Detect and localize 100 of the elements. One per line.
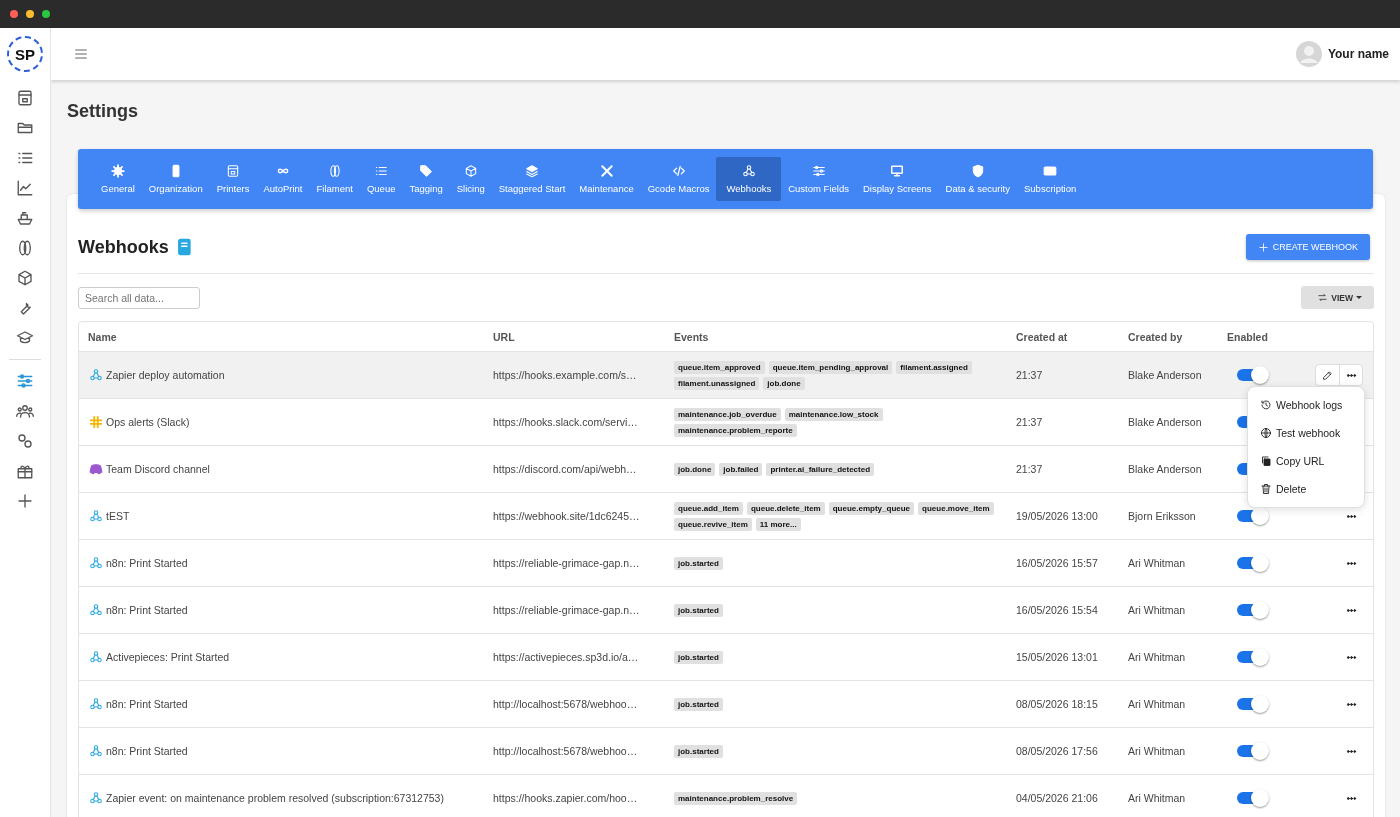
settings-tab[interactable]: Data & security (938, 157, 1017, 201)
event-tag: queue.item_pending_approval (768, 360, 893, 374)
table-cell-text: https://reliable-grimace-gap.n… (492, 604, 641, 616)
chart-icon (16, 179, 34, 197)
webhook-icon (741, 164, 756, 178)
spool-icon (327, 164, 342, 178)
menu-item[interactable]: Test webhook (1248, 419, 1364, 447)
table-cell-text: 21:37 (1015, 416, 1044, 428)
settings-tab[interactable]: General (94, 157, 142, 201)
settings-tab[interactable]: Slicing (449, 157, 492, 201)
table-row[interactable]: n8n: Print Started http://localhost:5678/webhoo… job.started 08/05/2026 18:15 Ari Whitman (79, 681, 1373, 728)
table-row[interactable]: tEST https://webhook.site/1dc6245… queue.add_item queue.delete_item queue.empty_queue queue.move_item queue.revive_item 11 more... 19/05/2026 13:00 Bjorn Eriksson (79, 493, 1373, 540)
settings-tab[interactable]: Display Screens (855, 157, 939, 201)
settings-tab[interactable]: Queue (359, 157, 403, 201)
settings-tab[interactable]: Organization (141, 157, 210, 201)
webhook-name: n8n: Print Started (106, 604, 188, 616)
table-cell-text: Ari Whitman (1127, 557, 1187, 569)
table-cell-text: 15/05/2026 13:01 (1015, 651, 1099, 663)
table-row[interactable]: n8n: Print Started https://reliable-grimace-gap.n… job.started 16/05/2026 15:57 Ari Whitman (79, 540, 1373, 587)
table-cell-text: Ari Whitman (1127, 745, 1187, 757)
code-icon (671, 164, 686, 178)
settings-tab[interactable]: Subscription (1017, 157, 1084, 201)
webhook-name: n8n: Print Started (106, 557, 188, 569)
column-header[interactable]: Enabled (1218, 330, 1301, 343)
maximize-window-button[interactable] (42, 10, 50, 18)
settings-tab[interactable]: Tagging (402, 157, 450, 201)
column-header[interactable]: Created at (1007, 330, 1119, 343)
menu-icon (73, 46, 89, 62)
table-cell-text: 21:37 (1015, 369, 1044, 381)
layers-icon (525, 164, 539, 178)
table-cell-text: https://hooks.slack.com/servi… (492, 416, 639, 428)
event-tag: queue.move_item (918, 501, 994, 515)
table-cell-text: https://hooks.example.com/s… (492, 369, 638, 381)
create-webhook-button[interactable]: CREATE WEBHOOK (1245, 234, 1370, 260)
table-cell-text: http://localhost:5678/webhoo… (492, 745, 639, 757)
settings-tab[interactable]: Custom Fields (781, 157, 856, 201)
table-row[interactable]: n8n: Print Started http://localhost:5678/webhoo… job.started 08/05/2026 17:56 Ari Whitman (79, 728, 1373, 775)
people-icon (16, 402, 34, 420)
table-cell-text: http://localhost:5678/webhoo… (492, 698, 639, 710)
user-name[interactable]: Your name (1327, 47, 1389, 61)
sliders-icon (811, 164, 826, 178)
settings-tab[interactable]: Printers (209, 157, 257, 201)
webhook-icon (89, 744, 103, 758)
page-title: Settings (67, 99, 139, 123)
swap-icon (1317, 292, 1329, 303)
event-tag: job.started (674, 603, 723, 617)
table-cell-text: https://activepieces.sp3d.io/a… (492, 651, 640, 663)
event-tag: queue.item_approved (674, 360, 765, 374)
settings-tab[interactable]: Maintenance (572, 157, 641, 201)
shield-icon (970, 164, 985, 178)
search-field[interactable]: Search all data... (78, 286, 200, 309)
webhook-icon (89, 556, 103, 570)
column-header[interactable]: Name (79, 330, 484, 343)
close-window-button[interactable] (10, 10, 18, 18)
settings-tab[interactable]: Filament (309, 157, 360, 201)
webhook-name: Zapier event: on maintenance problem resolved (subscription:67312753) (106, 792, 444, 804)
table-row[interactable]: Zapier event: on maintenance problem resolved (subscription:67312753) https://hooks.zapier.com/hoo… maintenance.problem_resolve 04/05/2026 21:06 Ari Whitman (79, 775, 1373, 817)
webhook-name: Activepieces: Print Started (106, 651, 230, 663)
table-row[interactable]: n8n: Print Started https://reliable-grimace-gap.n… job.started 16/05/2026 15:54 Ari Whitman (79, 587, 1373, 634)
column-header[interactable]: Events (665, 330, 1007, 343)
webhook-icon (89, 603, 103, 617)
settings-tab[interactable]: AutoPrint (256, 157, 310, 201)
webhook-icon (89, 650, 103, 664)
table-cell-text: Blake Anderson (1127, 416, 1203, 428)
event-tag: printer.ai_failure_detected (766, 462, 875, 476)
event-tag: filament.unassigned (674, 376, 760, 390)
table-cell-text: 04/05/2026 21:06 (1015, 792, 1099, 804)
list-icon (374, 164, 389, 178)
cube-icon (463, 164, 478, 178)
table-cell-text: 16/05/2026 15:57 (1015, 557, 1099, 569)
event-tag: queue.empty_queue (828, 501, 915, 515)
menu-item[interactable]: Copy URL (1248, 447, 1364, 475)
column-header[interactable]: URL (484, 330, 665, 343)
webhook-icon (89, 791, 103, 805)
table-cell-text: 16/05/2026 15:54 (1015, 604, 1099, 616)
column-header[interactable]: Created by (1119, 330, 1218, 343)
cube-icon (16, 269, 34, 287)
section-title: Webhooks (78, 236, 169, 258)
minimize-window-button[interactable] (26, 10, 34, 18)
table-cell-text: https://reliable-grimace-gap.n… (492, 557, 641, 569)
table-cell-text: Blake Anderson (1127, 463, 1203, 475)
gear-icon (110, 164, 125, 178)
view-button[interactable]: VIEW (1301, 286, 1374, 309)
table-cell-text: Ari Whitman (1127, 698, 1187, 710)
table-cell-text: https://discord.com/api/webh… (492, 463, 638, 475)
webhook-name: Team Discord channel (106, 463, 210, 475)
table-row[interactable]: Activepieces: Print Started https://activepieces.sp3d.io/a… job.started 15/05/2026 13:01 Ari Whitman (79, 634, 1373, 681)
event-tag: job.failed (719, 462, 763, 476)
table-cell-text: Ari Whitman (1127, 792, 1187, 804)
event-tag: maintenance.job_overdue (674, 407, 781, 421)
event-tag: maintenance.low_stock (784, 407, 883, 421)
boat-icon (16, 209, 34, 227)
table-cell-text: 08/05/2026 18:15 (1015, 698, 1099, 710)
settings-tab[interactable]: Webhooks (716, 157, 782, 201)
table-cell-text: Bjorn Eriksson (1127, 510, 1197, 522)
settings-tab[interactable]: Gcode Macros (640, 157, 717, 201)
webhook-icon (89, 509, 103, 523)
app-logo[interactable]: SP (7, 36, 43, 72)
settings-tab[interactable]: Staggered Start (491, 157, 573, 201)
event-tag: maintenance.problem_reporte (674, 423, 797, 437)
